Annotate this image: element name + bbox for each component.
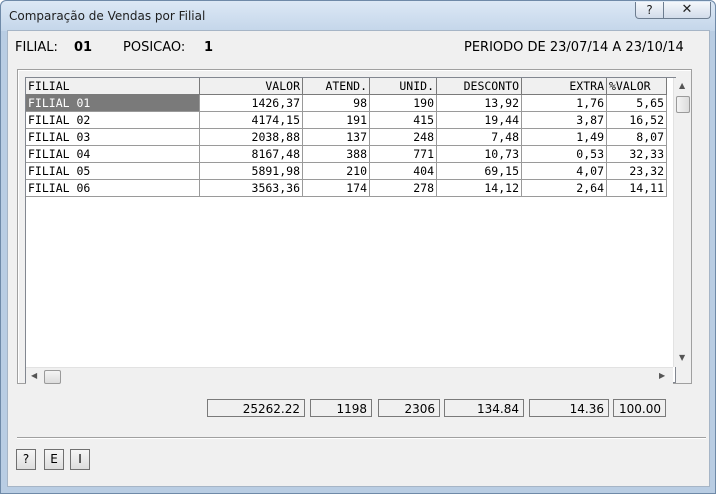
cell-unid[interactable]: 404 bbox=[370, 163, 437, 180]
cell-desconto[interactable]: 7,48 bbox=[437, 129, 522, 146]
vertical-scroll-thumb[interactable] bbox=[676, 96, 690, 113]
column-header-filial[interactable]: FILIAL bbox=[26, 78, 200, 95]
window-title: Comparação de Vendas por Filial bbox=[9, 9, 206, 23]
up-arrow-icon[interactable]: ▲ bbox=[679, 81, 685, 90]
filial-label: FILIAL: bbox=[15, 40, 58, 55]
cell-filial[interactable]: FILIAL 04 bbox=[26, 146, 200, 163]
grid-header-row[interactable]: FILIAL VALOR ATEND. UNID. DESCONTO EXTRA %VALO… bbox=[26, 78, 667, 95]
cell-extra[interactable]: 4,07 bbox=[522, 163, 607, 180]
separator bbox=[17, 437, 706, 439]
cell-desconto[interactable]: 19,44 bbox=[437, 112, 522, 129]
table-row[interactable]: FILIAL 02 4174,15 191 415 19,44 3,87 16,52 bbox=[26, 112, 667, 129]
sales-grid[interactable]: FILIAL VALOR ATEND. UNID. DESCONTO EXTRA %VALO… bbox=[25, 77, 691, 385]
filial-value: 01 bbox=[74, 40, 93, 55]
column-header-unid[interactable]: UNID. bbox=[370, 78, 437, 95]
help-title-button[interactable]: ? bbox=[635, 2, 664, 19]
cell-percent-valor[interactable]: 23,32 bbox=[607, 163, 667, 180]
vertical-scrollbar[interactable]: ▲ ▼ bbox=[673, 78, 691, 367]
total-atend: 1198 bbox=[310, 399, 372, 417]
cell-filial[interactable]: FILIAL 01 bbox=[26, 95, 200, 112]
cell-extra[interactable]: 1,49 bbox=[522, 129, 607, 146]
cell-extra[interactable]: 0,53 bbox=[522, 146, 607, 163]
cell-extra[interactable]: 1,76 bbox=[522, 95, 607, 112]
cell-percent-valor[interactable]: 32,33 bbox=[607, 146, 667, 163]
cell-desconto[interactable]: 69,15 bbox=[437, 163, 522, 180]
total-valor: 25262.22 bbox=[207, 399, 305, 417]
cell-desconto[interactable]: 14,12 bbox=[437, 180, 522, 197]
cell-valor[interactable]: 3563,36 bbox=[200, 180, 303, 197]
table-row[interactable]: FILIAL 04 8167,48 388 771 10,73 0,53 32,33 bbox=[26, 146, 667, 163]
client-area: FILIAL: 01 POSICAO: 1 PERIODO DE 23/07/1… bbox=[7, 30, 710, 487]
cell-unid[interactable]: 415 bbox=[370, 112, 437, 129]
e-button[interactable]: E bbox=[44, 449, 64, 470]
cell-valor[interactable]: 1426,37 bbox=[200, 95, 303, 112]
cell-atend[interactable]: 388 bbox=[303, 146, 370, 163]
title-bar[interactable]: Comparação de Vendas por Filial ? ✕ bbox=[1, 1, 715, 31]
posicao-label: POSICAO: bbox=[123, 40, 186, 55]
total-desconto: 134.84 bbox=[444, 399, 524, 417]
left-arrow-icon[interactable]: ◀ bbox=[31, 371, 37, 380]
column-header-atend[interactable]: ATEND. bbox=[303, 78, 370, 95]
horizontal-scrollbar[interactable]: ◀ ▶ bbox=[26, 367, 673, 385]
cell-percent-valor[interactable]: 16,52 bbox=[607, 112, 667, 129]
total-extra: 14.36 bbox=[529, 399, 609, 417]
cell-unid[interactable]: 248 bbox=[370, 129, 437, 146]
table-row[interactable]: FILIAL 01 1426,37 98 190 13,92 1,76 5,65 bbox=[26, 95, 667, 112]
cell-valor[interactable]: 5891,98 bbox=[200, 163, 303, 180]
right-arrow-icon[interactable]: ▶ bbox=[659, 371, 665, 380]
cell-atend[interactable]: 98 bbox=[303, 95, 370, 112]
cell-extra[interactable]: 3,87 bbox=[522, 112, 607, 129]
grid-body[interactable]: FILIAL VALOR ATEND. UNID. DESCONTO EXTRA %VALO… bbox=[26, 78, 673, 367]
cell-atend[interactable]: 174 bbox=[303, 180, 370, 197]
cell-atend[interactable]: 137 bbox=[303, 129, 370, 146]
cell-percent-valor[interactable]: 14,11 bbox=[607, 180, 667, 197]
column-header-desconto[interactable]: DESCONTO bbox=[437, 78, 522, 95]
column-header-valor[interactable]: VALOR bbox=[200, 78, 303, 95]
cell-filial[interactable]: FILIAL 06 bbox=[26, 180, 200, 197]
posicao-value: 1 bbox=[204, 40, 214, 55]
total-unid: 2306 bbox=[378, 399, 440, 417]
table-row[interactable]: FILIAL 05 5891,98 210 404 69,15 4,07 23,32 bbox=[26, 163, 667, 180]
down-arrow-icon[interactable]: ▼ bbox=[679, 353, 685, 362]
cell-atend[interactable]: 210 bbox=[303, 163, 370, 180]
table-row[interactable]: FILIAL 06 3563,36 174 278 14,12 2,64 14,11 bbox=[26, 180, 667, 197]
periodo-text: PERIODO DE 23/07/14 A 23/10/14 bbox=[464, 40, 684, 55]
close-button[interactable]: ✕ bbox=[663, 2, 711, 19]
cell-unid[interactable]: 771 bbox=[370, 146, 437, 163]
cell-valor[interactable]: 8167,48 bbox=[200, 146, 303, 163]
cell-extra[interactable]: 2,64 bbox=[522, 180, 607, 197]
cell-atend[interactable]: 191 bbox=[303, 112, 370, 129]
cell-filial[interactable]: FILIAL 02 bbox=[26, 112, 200, 129]
cell-valor[interactable]: 4174,15 bbox=[200, 112, 303, 129]
help-button[interactable]: ? bbox=[16, 449, 36, 470]
cell-desconto[interactable]: 13,92 bbox=[437, 95, 522, 112]
cell-filial[interactable]: FILIAL 05 bbox=[26, 163, 200, 180]
cell-desconto[interactable]: 10,73 bbox=[437, 146, 522, 163]
cell-percent-valor[interactable]: 5,65 bbox=[607, 95, 667, 112]
cell-valor[interactable]: 2038,88 bbox=[200, 129, 303, 146]
cell-unid[interactable]: 190 bbox=[370, 95, 437, 112]
i-button[interactable]: I bbox=[70, 449, 90, 470]
table-row[interactable]: FILIAL 03 2038,88 137 248 7,48 1,49 8,07 bbox=[26, 129, 667, 146]
cell-unid[interactable]: 278 bbox=[370, 180, 437, 197]
horizontal-scroll-thumb[interactable] bbox=[44, 370, 61, 384]
column-header-percent-valor[interactable]: %VALOR bbox=[607, 78, 667, 95]
cell-percent-valor[interactable]: 8,07 bbox=[607, 129, 667, 146]
cell-filial[interactable]: FILIAL 03 bbox=[26, 129, 200, 146]
total-percent-valor: 100.00 bbox=[613, 399, 666, 417]
column-header-extra[interactable]: EXTRA bbox=[522, 78, 607, 95]
